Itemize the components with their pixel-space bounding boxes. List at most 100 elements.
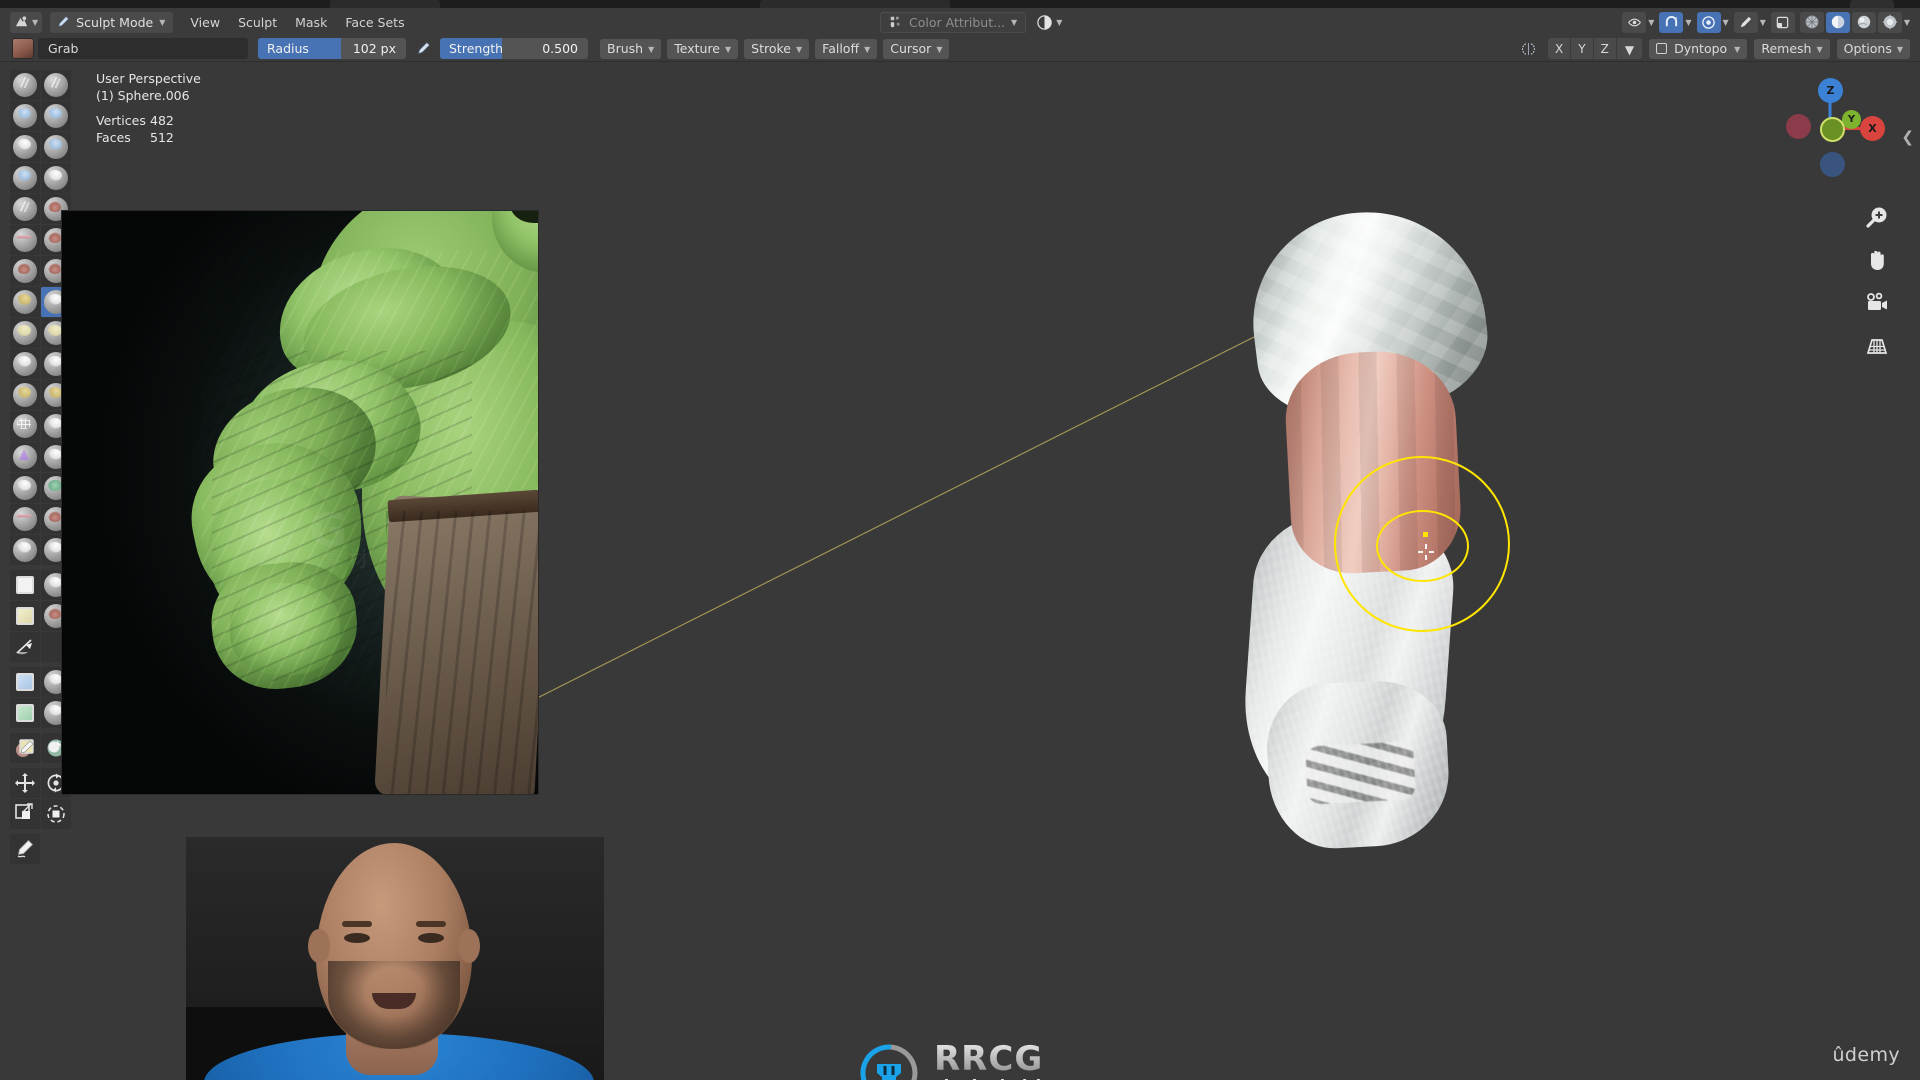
menu-mask[interactable]: Mask — [286, 12, 336, 32]
sidebar-chevron-icon[interactable]: ❮ — [1901, 128, 1914, 146]
proportional-editing-icon[interactable] — [1696, 11, 1721, 33]
shading-wireframe-icon[interactable] — [1799, 11, 1824, 33]
brush-scrape-icon — [13, 259, 37, 283]
navigation-gizmo[interactable]: Z Y X — [1776, 74, 1885, 182]
tool-nudge[interactable] — [10, 380, 40, 410]
tool-draw[interactable] — [10, 70, 40, 100]
brush-falloff-icon[interactable] — [1733, 11, 1758, 33]
tool-multires-displacement-eraser[interactable] — [10, 504, 40, 534]
tool-inflate[interactable] — [10, 163, 40, 193]
color-attribute-selector[interactable]: Color Attribut... ▼ — [880, 11, 1027, 33]
udemy-watermark: ûdemy — [1832, 1044, 1900, 1066]
visibility-icon[interactable] — [1622, 11, 1647, 33]
editor-type-icon[interactable]: ▼ — [10, 11, 43, 33]
cursor-dropdown[interactable]: Cursor ▼ — [883, 38, 950, 59]
tool-draw-sharp[interactable] — [41, 70, 71, 100]
falloff-dropdown[interactable]: Falloff ▼ — [815, 38, 878, 59]
menu-view[interactable]: View — [181, 12, 229, 32]
brush-name-field[interactable]: Grab — [38, 38, 248, 59]
viewport-3d[interactable]: User Perspective (1) Sphere.006 Vertices… — [0, 62, 1920, 1080]
rrcg-watermark: RRCG 人人素材 — [858, 1042, 1046, 1080]
brush-blob-icon — [44, 166, 68, 190]
zoom-icon[interactable] — [1862, 202, 1892, 232]
symmetry-axis-y[interactable]: Y — [1571, 38, 1594, 59]
reference-artwork — [62, 211, 538, 794]
shading-rendered-icon[interactable] — [1877, 11, 1902, 33]
strength-slider[interactable]: Strength 0.500 — [440, 38, 588, 59]
brush-dropdown[interactable]: Brush ▼ — [600, 38, 662, 59]
gizmo-center[interactable] — [1820, 117, 1845, 142]
tool-slide-relax[interactable] — [10, 411, 40, 441]
tool-edit-face-set[interactable] — [10, 733, 40, 763]
tool-color-filter[interactable] — [10, 698, 40, 728]
tool-clay[interactable] — [10, 101, 40, 131]
tool-mask[interactable] — [10, 473, 40, 503]
tool-scrape[interactable] — [10, 256, 40, 286]
shading-material-icon[interactable] — [1851, 11, 1876, 33]
tool-scale[interactable] — [10, 799, 40, 829]
tool-line-project[interactable] — [10, 632, 40, 662]
mode-selector[interactable]: Sculpt Mode ▼ — [50, 11, 174, 33]
tool-transform[interactable] — [41, 799, 71, 829]
mesh-filter-icon — [16, 673, 34, 691]
tool-paint[interactable] — [10, 535, 40, 565]
pan-hand-icon[interactable] — [1862, 245, 1892, 275]
gizmo-axis-x[interactable]: X — [1860, 116, 1885, 141]
overlays-toggle-icon[interactable] — [1770, 11, 1795, 33]
tool-elastic-deform[interactable] — [10, 318, 40, 348]
rrcg-watermark-en: RRCG — [934, 1042, 1046, 1076]
hulk-reference-image[interactable]: G 素材 — [62, 211, 538, 794]
brush-pinch-icon — [13, 290, 37, 314]
menu-sculpt[interactable]: Sculpt — [229, 12, 286, 32]
tool-box-mask[interactable] — [10, 570, 40, 600]
toolbar-group-annotate — [10, 834, 72, 864]
shading-solid-icon[interactable] — [1825, 11, 1850, 33]
radius-slider[interactable]: Radius 102 px — [258, 38, 406, 59]
dyntopo-dropdown[interactable]: Dyntopo ▼ — [1649, 38, 1748, 59]
window-tab-1[interactable] — [330, 0, 440, 8]
tool-blob[interactable] — [41, 163, 71, 193]
brush-clay-icon — [13, 104, 37, 128]
tool-cloth[interactable] — [10, 442, 40, 472]
tool-layer[interactable] — [41, 132, 71, 162]
symmetry-axis-x[interactable]: X — [1548, 38, 1572, 59]
toggle-perspective-grid-icon[interactable] — [1862, 331, 1892, 361]
tool-box-trim[interactable] — [10, 601, 40, 631]
brush-nudge-icon — [13, 383, 37, 407]
brush-thumbnail[interactable] — [12, 38, 34, 59]
tool-thumb[interactable] — [10, 349, 40, 379]
tool-crease[interactable] — [10, 194, 40, 224]
texture-dropdown[interactable]: Texture ▼ — [667, 38, 739, 59]
blender-window: ▼ Sculpt Mode ▼ View Sculpt Mask Face Se… — [0, 0, 1920, 1080]
symmetry-axis-z[interactable]: Z — [1594, 38, 1617, 59]
gizmo-axis-z[interactable]: Z — [1818, 78, 1843, 103]
symmetry-more-icon[interactable]: ▼ — [1617, 39, 1642, 59]
stroke-dropdown[interactable]: Stroke ▼ — [744, 38, 810, 59]
symmetry-icon[interactable] — [1515, 38, 1541, 59]
window-tab-2[interactable] — [760, 0, 950, 8]
menu-face-sets[interactable]: Face Sets — [336, 12, 413, 32]
tool-annotate[interactable] — [10, 834, 40, 864]
tool-pinch[interactable] — [10, 287, 40, 317]
tool-move[interactable] — [10, 768, 40, 798]
remesh-dropdown[interactable]: Remesh ▼ — [1754, 38, 1830, 59]
window-tab-3[interactable] — [1850, 0, 1894, 8]
gizmo-axis-neg-x[interactable] — [1786, 114, 1811, 139]
visibility-group: ▼ — [1622, 11, 1654, 33]
gizmo-axis-y[interactable]: Y — [1842, 110, 1861, 129]
snap-magnet-icon[interactable] — [1659, 11, 1684, 33]
tool-clay-thumb[interactable] — [10, 132, 40, 162]
tool-clay-strips[interactable] — [41, 101, 71, 131]
camera-view-icon[interactable] — [1862, 288, 1892, 318]
reference-watermark-sub: 素材 — [323, 547, 372, 572]
brush-paint-icon — [13, 538, 37, 562]
tool-flatten[interactable] — [10, 225, 40, 255]
options-dropdown[interactable]: Options ▼ — [1836, 38, 1910, 59]
blend-mode-icon[interactable]: ▼ — [1032, 12, 1066, 33]
tool-mesh-filter[interactable] — [10, 667, 40, 697]
strength-value: 0.500 — [542, 41, 578, 56]
pen-pressure-icon[interactable] — [410, 38, 436, 59]
dyntopo-checkbox[interactable] — [1656, 43, 1668, 54]
move-gizmo-icon — [15, 773, 35, 793]
gizmo-axis-neg-z[interactable] — [1820, 152, 1845, 177]
